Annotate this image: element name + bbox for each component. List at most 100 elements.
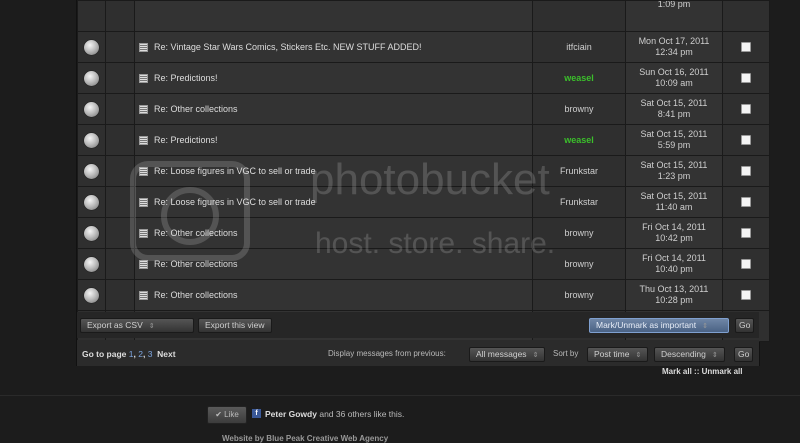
message-subject-link[interactable]: Re: Loose figures in VGC to sell or trad… bbox=[154, 166, 316, 176]
pagination: Go to page 1, 2, 3 Next bbox=[82, 349, 176, 359]
message-icon bbox=[139, 136, 148, 146]
message-subject-link[interactable]: Re: Other collections bbox=[154, 259, 238, 269]
unread-dot-icon bbox=[84, 39, 99, 55]
mark-go-button[interactable]: Go bbox=[735, 318, 755, 333]
message-author[interactable]: itfciain bbox=[566, 42, 592, 52]
unread-dot-icon bbox=[84, 101, 99, 117]
unread-dot-icon bbox=[84, 287, 99, 303]
select-checkbox[interactable] bbox=[741, 259, 751, 270]
unread-dot-icon bbox=[84, 225, 99, 241]
message-date: Fri Oct 14, 2011 bbox=[642, 222, 706, 232]
mark-all-link[interactable]: Mark all bbox=[662, 367, 692, 376]
message-time: 10:42 pm bbox=[655, 233, 693, 243]
message-time: 10:09 am bbox=[655, 78, 693, 88]
message-subject-link[interactable]: Re: Loose figures in VGC to sell or trad… bbox=[154, 197, 316, 207]
select-checkbox[interactable] bbox=[741, 135, 751, 146]
message-time: 1:23 pm bbox=[657, 171, 691, 181]
facebook-icon: f bbox=[252, 409, 261, 418]
like-button[interactable]: ✔ Like bbox=[207, 406, 247, 424]
mark-important-select[interactable]: Mark/Unmark as important bbox=[589, 318, 729, 333]
messages-table: 1:09 pm Re: Vintage Star Wars Comics, St… bbox=[77, 0, 770, 342]
separator: :: bbox=[694, 367, 700, 376]
like-label: Like bbox=[224, 410, 239, 419]
message-date: Sat Oct 15, 2011 bbox=[640, 160, 708, 170]
mark-all-controls: Mark all :: Unmark all bbox=[662, 367, 743, 376]
select-checkbox[interactable] bbox=[741, 166, 751, 177]
likers-text: Peter Gowdy and 36 others like this. bbox=[265, 409, 404, 419]
table-row: Re: Vintage Star Wars Comics, Stickers E… bbox=[77, 31, 770, 63]
message-time: 1:09 pm bbox=[625, 0, 723, 32]
pagination-bar: Go to page 1, 2, 3 Next Display messages… bbox=[77, 340, 759, 366]
message-icon bbox=[139, 291, 148, 301]
footer-divider bbox=[0, 395, 800, 396]
message-icon bbox=[139, 260, 148, 270]
sort-go-button[interactable]: Go bbox=[734, 347, 754, 362]
table-row: 1:09 pm bbox=[77, 0, 770, 32]
unread-dot-icon bbox=[84, 132, 99, 148]
message-subject-link[interactable]: Re: Other collections bbox=[154, 104, 238, 114]
sort-by-select[interactable]: Post time bbox=[587, 347, 649, 362]
message-author[interactable]: browny bbox=[564, 228, 593, 238]
page-link-1[interactable]: 1 bbox=[129, 349, 134, 359]
message-icon bbox=[139, 167, 148, 177]
select-checkbox[interactable] bbox=[741, 228, 751, 239]
page-link-2[interactable]: 2 bbox=[138, 349, 143, 359]
table-row: Re: Other collections browny Sat Oct 15, 2… bbox=[77, 93, 770, 125]
table-row: Re: Other collections browny Fri Oct 14, 2… bbox=[77, 217, 770, 249]
table-row: Re: Loose figures in VGC to sell or trad… bbox=[77, 186, 770, 218]
message-icon bbox=[139, 43, 148, 53]
message-author[interactable]: browny bbox=[564, 104, 593, 114]
export-csv-select[interactable]: Export as CSV bbox=[80, 318, 194, 333]
page-link-3[interactable]: 3 bbox=[148, 349, 153, 359]
display-period-select[interactable]: All messages bbox=[469, 347, 546, 362]
export-view-button[interactable]: Export this view bbox=[198, 318, 272, 333]
message-time: 10:40 pm bbox=[655, 264, 693, 274]
message-author[interactable]: weasel bbox=[564, 73, 594, 83]
message-time: 12:34 pm bbox=[655, 47, 693, 57]
message-icon bbox=[139, 105, 148, 115]
next-page-link[interactable]: Next bbox=[157, 349, 175, 359]
select-checkbox[interactable] bbox=[741, 290, 751, 301]
message-time: 10:28 pm bbox=[655, 295, 693, 305]
table-row: Re: Other collections browny Thu Oct 13, 2… bbox=[77, 279, 770, 311]
message-date: Sat Oct 15, 2011 bbox=[640, 98, 708, 108]
message-date: Sun Oct 16, 2011 bbox=[639, 67, 709, 77]
pagination-prefix: Go to page bbox=[82, 349, 127, 359]
sort-order-select[interactable]: Descending bbox=[654, 347, 725, 362]
message-author[interactable]: Frunkstar bbox=[560, 166, 598, 176]
message-date: Mon Oct 17, 2011 bbox=[638, 36, 710, 46]
message-subject-link[interactable]: Re: Other collections bbox=[154, 290, 238, 300]
message-author[interactable]: Frunkstar bbox=[560, 197, 598, 207]
message-subject-link[interactable]: Re: Predictions! bbox=[154, 135, 218, 145]
table-row: Re: Loose figures in VGC to sell or trad… bbox=[77, 155, 770, 187]
table-row: Re: Predictions! weasel Sun Oct 16, 2011 10… bbox=[77, 62, 770, 94]
message-time: 11:40 am bbox=[655, 202, 693, 212]
messages-panel: 1:09 pm Re: Vintage Star Wars Comics, St… bbox=[76, 0, 770, 366]
liker-rest: and 36 others like this. bbox=[319, 409, 405, 419]
message-icon bbox=[139, 198, 148, 208]
message-subject-link[interactable]: Re: Other collections bbox=[154, 228, 238, 238]
message-date: Sat Oct 15, 2011 bbox=[640, 129, 708, 139]
select-checkbox[interactable] bbox=[741, 73, 751, 84]
unread-dot-icon bbox=[84, 163, 99, 179]
export-toolbar: Export as CSV Export this view Mark/Unma… bbox=[77, 312, 759, 338]
message-author[interactable]: browny bbox=[564, 290, 593, 300]
message-date: Sat Oct 15, 2011 bbox=[640, 191, 708, 201]
message-time: 8:41 pm bbox=[657, 109, 691, 119]
liker-name[interactable]: Peter Gowdy bbox=[265, 409, 317, 419]
select-checkbox[interactable] bbox=[741, 104, 751, 115]
message-icon bbox=[139, 229, 148, 239]
message-time: 5:59 pm bbox=[657, 140, 691, 150]
display-label: Display messages from previous: bbox=[328, 349, 446, 358]
message-subject-link[interactable]: Re: Vintage Star Wars Comics, Stickers E… bbox=[154, 42, 422, 52]
unmark-all-link[interactable]: Unmark all bbox=[702, 367, 743, 376]
select-checkbox[interactable] bbox=[741, 197, 751, 208]
message-date: Thu Oct 13, 2011 bbox=[639, 284, 709, 294]
message-icon bbox=[139, 74, 148, 84]
table-row: Re: Other collections browny Fri Oct 14, 2… bbox=[77, 248, 770, 280]
message-subject-link[interactable]: Re: Predictions! bbox=[154, 73, 218, 83]
message-author[interactable]: weasel bbox=[564, 135, 594, 145]
unread-dot-icon bbox=[84, 194, 99, 210]
select-checkbox[interactable] bbox=[741, 42, 751, 53]
message-author[interactable]: browny bbox=[564, 259, 593, 269]
